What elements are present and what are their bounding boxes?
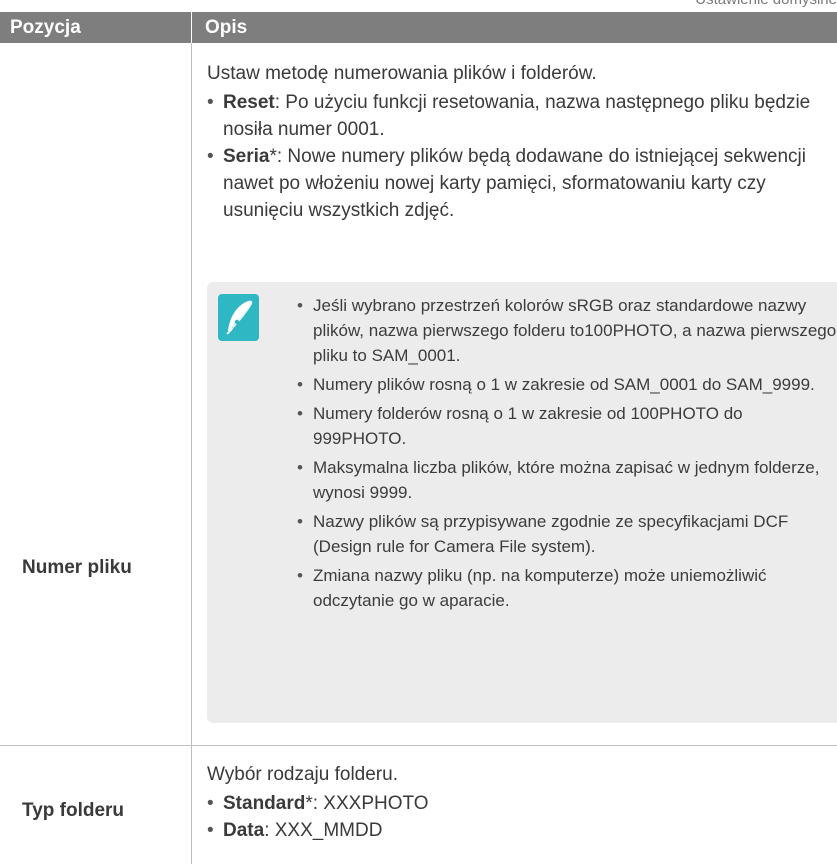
note-list: Jeśli wybrano przestrzeń kolorów sRGB or… [297,293,837,617]
option-reset: Reset: Po użyciu funkcji resetowania, na… [207,89,827,143]
pen-note-icon [218,294,259,341]
row-intro-file-number: Ustaw metodę numerowania plików i folder… [207,63,597,84]
column-divider [191,43,192,864]
option-series: Seria*: Nowe numery plików będą dodawane… [207,143,827,224]
row-divider [0,745,837,746]
row-item-folder-type: Typ folderu [22,800,125,821]
page-section-label: Ustawienie domyślne [695,0,837,8]
note-item: Numery plików rosną o 1 w zakresie od SA… [297,372,837,397]
note-box: Jeśli wybrano przestrzeń kolorów sRGB or… [207,282,837,723]
table-header: Pozycja Opis [0,12,837,43]
column-header-item: Pozycja [10,17,81,38]
note-item: Jeśli wybrano przestrzeń kolorów sRGB or… [297,293,837,368]
note-item: Numery folderów rosną o 1 w zakresie od … [297,401,837,451]
row-item-file-number: Numer pliku [22,557,132,578]
folder-type-options: Standard*: XXXPHOTO Data: XXX_MMDD [207,790,827,844]
note-item: Zmiana nazwy pliku (np. na komputerze) m… [297,563,837,613]
row-intro-folder-type: Wybór rodzaju folderu. [207,764,398,785]
header-divider [191,12,192,43]
file-number-options: Reset: Po użyciu funkcji resetowania, na… [207,89,827,224]
note-item: Maksymalna liczba plików, które można za… [297,455,837,505]
column-header-description: Opis [205,17,248,38]
option-date: Data: XXX_MMDD [207,817,827,844]
note-item: Nazwy plików są przypisywane zgodnie ze … [297,509,837,559]
option-standard: Standard*: XXXPHOTO [207,790,827,817]
